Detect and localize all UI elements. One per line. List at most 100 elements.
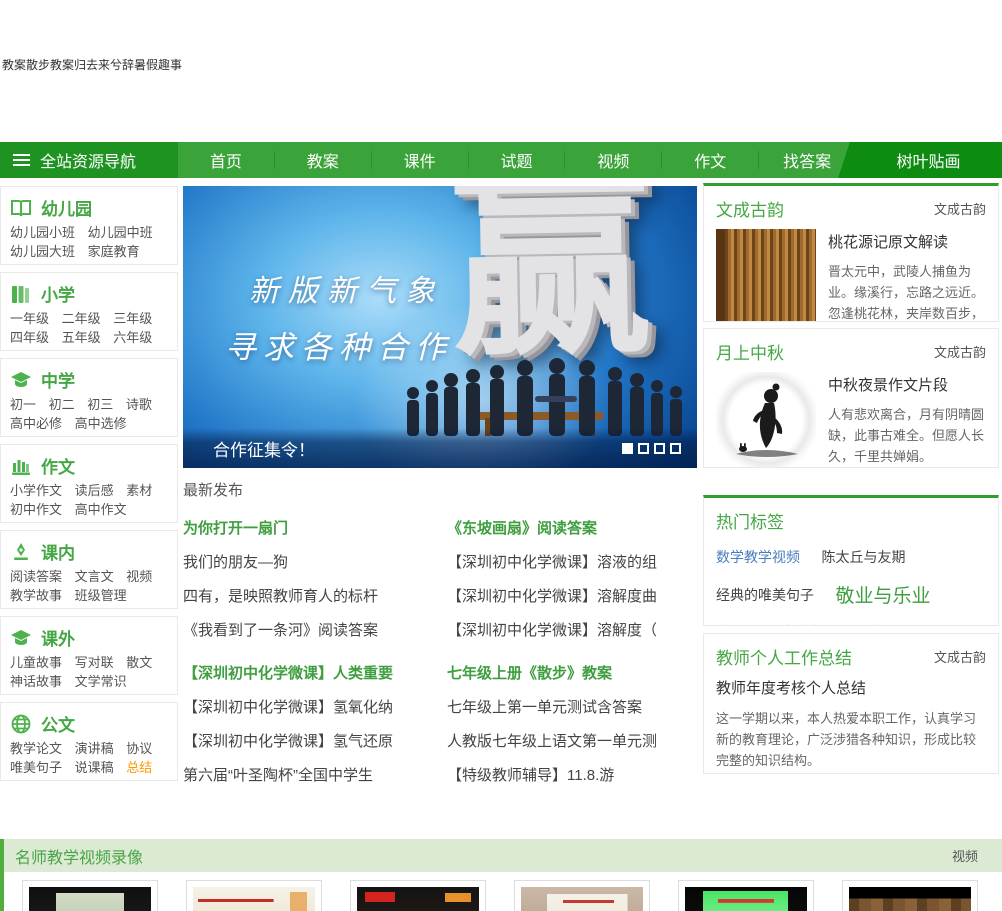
sidebar-section-title[interactable]: 课外 [41, 625, 75, 650]
sidebar-link[interactable]: 说课稿 [75, 759, 114, 776]
nav-item-compositions[interactable]: 作文 [662, 148, 758, 172]
box-title[interactable]: 文成古韵 [716, 196, 784, 221]
carousel-indicator[interactable] [654, 442, 665, 454]
video-thumbnail [685, 887, 807, 911]
sidebar-link[interactable]: 班级管理 [75, 587, 127, 604]
sidebar-link[interactable]: 初中作文 [10, 501, 62, 518]
carousel-caption-link[interactable]: 合作征集令！ [213, 436, 622, 461]
post-link[interactable]: 【深圳初中化学微课】氢氧化纳 [183, 696, 433, 717]
tag-link[interactable]: 读后感 [716, 622, 758, 625]
post-link[interactable]: 为你打开一扇门 [183, 517, 433, 538]
sidebar-link[interactable]: 散文 [126, 654, 152, 671]
post-link[interactable]: 【特级教师辅导】11.8.游 [447, 764, 697, 785]
sidebar-section-title[interactable]: 公文 [41, 711, 75, 736]
sidebar-link[interactable]: 唯美句子 [10, 759, 62, 776]
sidebar-link[interactable]: 文学常识 [75, 673, 127, 690]
post-link[interactable]: 七年级上第一单元测试含答案 [447, 696, 697, 717]
video-card[interactable] [842, 880, 978, 911]
carousel-indicator[interactable] [670, 442, 681, 454]
sidebar-link[interactable]: 初二 [49, 396, 75, 413]
tag-link[interactable]: 数学教学视频 [716, 547, 800, 567]
post-link[interactable]: 《我看到了一条河》阅读答案 [183, 619, 433, 640]
post-link[interactable]: 我们的朋友—狗 [183, 551, 433, 572]
nav-item-courseware[interactable]: 课件 [372, 148, 468, 172]
article-title-link[interactable]: 中秋夜景作文片段 [828, 374, 986, 395]
nav-item-leaf-collage[interactable]: 树叶贴画 [855, 142, 1002, 178]
sidebar-section-title[interactable]: 课内 [41, 539, 75, 564]
post-link[interactable]: 【深圳初中化学微课】氢气还原 [183, 730, 433, 751]
article-title-link[interactable]: 桃花源记原文解读 [828, 231, 986, 252]
video-card[interactable] [350, 880, 486, 911]
post-link[interactable]: 【深圳初中化学微课】人类重要 [183, 662, 433, 683]
post-link[interactable]: 七年级上册《散步》教案 [447, 662, 697, 683]
box-title[interactable]: 月上中秋 [716, 339, 784, 364]
post-link[interactable]: 四有，是映照教师育人的标杆 [183, 585, 433, 606]
top-links-text[interactable]: 教案散步教案归去来兮辞暑假趣事 [2, 56, 182, 73]
books-icon [10, 283, 32, 305]
post-link[interactable]: 【深圳初中化学微课】溶液的组 [447, 551, 697, 572]
carousel-indicator[interactable] [622, 442, 633, 454]
sidebar-link[interactable]: 高中作文 [75, 501, 127, 518]
video-card[interactable] [186, 880, 322, 911]
video-card[interactable] [678, 880, 814, 911]
sidebar-section-title[interactable]: 小学 [41, 281, 75, 306]
post-link[interactable]: 第六届“叶圣陶杯”全国中学生 [183, 764, 433, 785]
post-link[interactable]: 【深圳初中化学微课】溶解度曲 [447, 585, 697, 606]
sidebar-link[interactable]: 幼儿园大班 [10, 243, 75, 260]
post-link[interactable]: 人教版七年级上语文第一单元测 [447, 730, 697, 751]
sidebar-link[interactable]: 协议 [126, 740, 152, 757]
sidebar-link[interactable]: 一年级 [10, 310, 49, 327]
sidebar-section-title[interactable]: 中学 [41, 367, 75, 392]
sidebar-link[interactable]: 高中必修 [10, 415, 62, 432]
sidebar-link[interactable]: 四年级 [10, 329, 49, 346]
box-title[interactable]: 教师个人工作总结 [716, 644, 852, 669]
sidebar-link[interactable]: 六年级 [113, 329, 152, 346]
sidebar-link[interactable]: 神话故事 [10, 673, 62, 690]
left-edge-widget[interactable] [0, 839, 4, 911]
tag-link[interactable]: 陈情表 [779, 622, 821, 625]
sidebar-link[interactable]: 文言文 [75, 568, 114, 585]
sidebar-link[interactable]: 阅读答案 [10, 568, 62, 585]
article-title-link[interactable]: 教师年度考核个人总结 [716, 677, 986, 698]
post-link[interactable]: 《东坡画扇》阅读答案 [447, 517, 697, 538]
sidebar-link[interactable]: 幼儿园小班 [10, 224, 75, 241]
moon-figure-image[interactable] [716, 372, 816, 467]
sidebar-link[interactable]: 教学论文 [10, 740, 62, 757]
sidebar-link[interactable]: 家庭教育 [88, 243, 140, 260]
sidebar-link[interactable]: 教学故事 [10, 587, 62, 604]
sidebar-link[interactable]: 三年级 [113, 310, 152, 327]
carousel-indicator[interactable] [638, 442, 649, 454]
sidebar-link[interactable]: 幼儿园中班 [88, 224, 153, 241]
sidebar-link[interactable]: 读后感 [75, 482, 114, 499]
tag-link[interactable]: 陈太丘与友期 [821, 547, 905, 567]
sidebar-link[interactable]: 写对联 [75, 654, 114, 671]
video-card[interactable] [22, 880, 158, 911]
sidebar-link[interactable]: 高中选修 [75, 415, 127, 432]
sidebar-link[interactable]: 视频 [126, 568, 152, 585]
sidebar-link[interactable]: 儿童故事 [10, 654, 62, 671]
tag-link[interactable]: 敬业与乐业 [835, 581, 930, 608]
hero-carousel[interactable]: 赢 新版新气象 寻求各种合作 合作征集令！ [183, 186, 697, 468]
sidebar-link-summary[interactable]: 总结 [126, 759, 152, 776]
nav-item-home[interactable]: 首页 [178, 148, 274, 172]
post-link[interactable]: 【深圳初中化学微课】溶解度（ [447, 619, 697, 640]
sidebar-section-title[interactable]: 幼儿园 [41, 195, 92, 220]
bamboo-scroll-image[interactable] [716, 229, 816, 321]
nav-item-lesson-plans[interactable]: 教案 [275, 148, 371, 172]
tag-link[interactable]: 经典的唯美句子 [716, 585, 814, 605]
sidebar-link[interactable]: 小学作文 [10, 482, 62, 499]
videos-more-link[interactable]: 视频 [952, 846, 978, 865]
sidebar-link[interactable]: 初一 [10, 396, 36, 413]
sidebar-section-title[interactable]: 作文 [41, 453, 75, 478]
sidebar-link[interactable]: 五年级 [62, 329, 101, 346]
nav-item-exams[interactable]: 试题 [469, 148, 565, 172]
nav-item-videos[interactable]: 视频 [565, 148, 661, 172]
sidebar-link[interactable]: 素材 [126, 482, 152, 499]
nav-brand-all-resources[interactable]: 全站资源导航 [0, 142, 178, 178]
video-card[interactable] [514, 880, 650, 911]
sidebar-link[interactable]: 诗歌 [126, 396, 152, 413]
tag-link[interactable]: 国庆节 [843, 622, 885, 625]
sidebar-link[interactable]: 演讲稿 [75, 740, 114, 757]
sidebar-link[interactable]: 二年级 [62, 310, 101, 327]
sidebar-link[interactable]: 初三 [87, 396, 113, 413]
